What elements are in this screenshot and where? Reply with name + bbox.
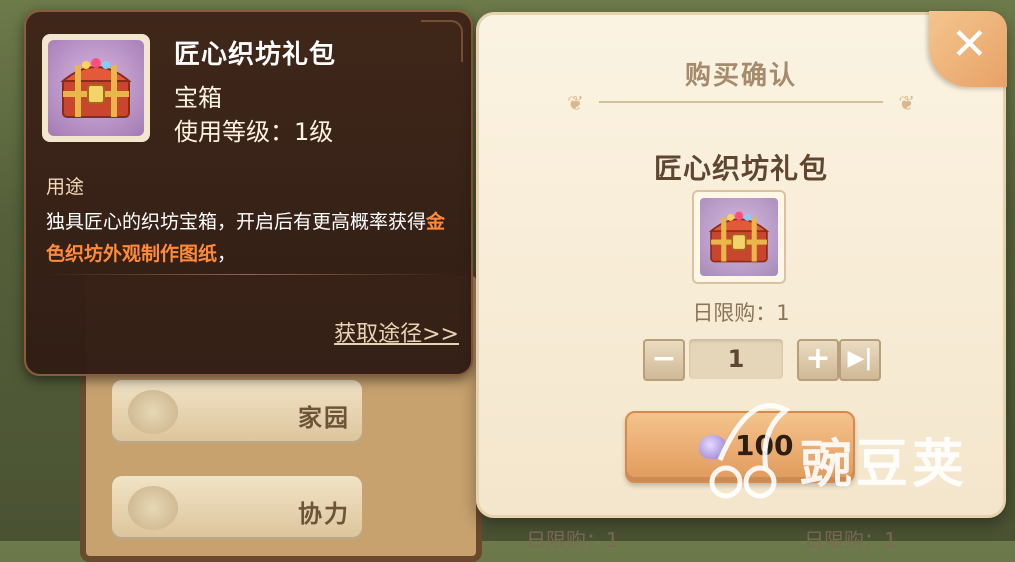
divider xyxy=(46,274,451,275)
obtain-source-link[interactable]: 获取途径>> xyxy=(334,316,459,348)
dialog-title: 购买确认 xyxy=(684,61,797,91)
close-button[interactable]: ✕ xyxy=(929,11,1007,87)
treasure-chest-icon xyxy=(60,58,132,118)
tab-home-label: 家园 xyxy=(298,404,350,432)
corner-flourish xyxy=(421,20,463,62)
bg-limit-label: 日限购：1 xyxy=(804,528,897,552)
usage-heading: 用途 xyxy=(46,176,85,198)
minus-icon: − xyxy=(651,341,677,376)
tab-home[interactable]: 家园 xyxy=(112,380,362,444)
cooperate-tab-icon xyxy=(128,486,178,530)
price-label: 100 xyxy=(735,429,794,462)
item-description: 独具匠心的织坊宝箱，开启后有更高概率获得金色织坊外观制作图纸， xyxy=(46,206,456,270)
quantity-stepper: − 1 + ▶| xyxy=(479,339,1003,383)
desc-text: 独具匠心的织坊宝箱，开启后有更高概率获得 xyxy=(46,211,427,233)
skip-to-max-icon: ▶| xyxy=(847,346,873,371)
desc-suffix: ， xyxy=(217,243,237,265)
title-divider xyxy=(599,101,883,103)
item-name: 匠心织坊礼包 xyxy=(174,40,337,70)
tab-cooperate[interactable]: 协力 xyxy=(112,476,362,540)
leaf-ornament-icon: ❦ xyxy=(567,91,584,115)
daily-limit-label: 日限购：1 xyxy=(692,301,790,325)
tab-cooperate-label: 协力 xyxy=(298,500,350,528)
leaf-ornament-icon: ❦ xyxy=(898,91,915,115)
buy-button[interactable]: 100 xyxy=(625,411,855,483)
decrease-button[interactable]: − xyxy=(643,339,685,381)
item-tooltip: 匠心织坊礼包 宝箱 使用等级：1级 用途 独具匠心的织坊宝箱，开启后有更高概率获… xyxy=(24,10,473,376)
dialog-item-name: 匠心织坊礼包 xyxy=(653,152,828,185)
increase-button[interactable]: + xyxy=(797,339,839,381)
gem-icon xyxy=(699,435,727,459)
item-use-level: 使用等级：1级 xyxy=(174,118,334,146)
bg-limit-label: 日限购：1 xyxy=(526,528,619,552)
item-icon-frame xyxy=(42,34,150,142)
home-tab-icon xyxy=(128,390,178,434)
max-quantity-button[interactable]: ▶| xyxy=(839,339,881,381)
plus-icon: + xyxy=(805,341,831,376)
dialog-item-icon-frame xyxy=(692,190,786,284)
close-icon: ✕ xyxy=(951,19,988,70)
purchase-confirm-dialog: 购买确认 ❦ ❦ ✕ 匠心织坊礼包 日限购：1 − 1 + ▶| 100 xyxy=(476,11,1007,518)
treasure-chest-icon xyxy=(708,211,770,263)
item-type: 宝箱 xyxy=(174,84,222,112)
quantity-field[interactable]: 1 xyxy=(689,339,783,379)
